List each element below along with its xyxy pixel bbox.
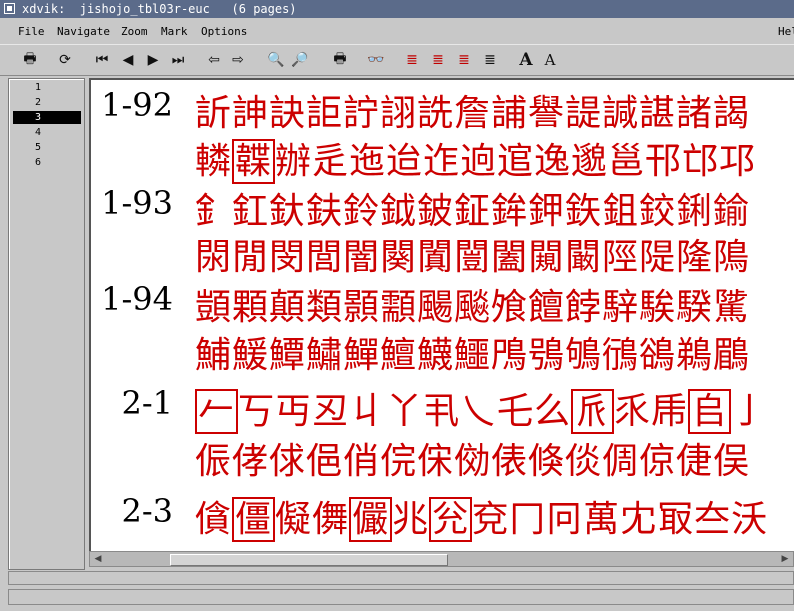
- kanji-line: 轔韘辦辵迤迨迮逈逭逸邈邕邗邙邛: [195, 139, 757, 184]
- kanji-line: 鯆鰀鱏鱐鱓鱣鱴鱷鳲鴞鴝鴴鵒鵜鶥: [195, 335, 751, 376]
- back-icon[interactable]: ⇦: [204, 50, 224, 70]
- menu-bar: File Navigate Zoom Mark Options Help: [0, 18, 794, 45]
- menu-file[interactable]: File: [18, 25, 45, 38]
- window-title: xdvik: jishojo_tbl03r-euc (6 pages): [22, 2, 297, 16]
- menu-zoom[interactable]: Zoom: [121, 25, 148, 38]
- font-small-icon[interactable]: A: [540, 50, 560, 70]
- next-page-icon[interactable]: ▶: [143, 50, 163, 70]
- row-label: 1-94: [101, 280, 173, 318]
- page-list-item[interactable]: 1: [13, 81, 81, 94]
- row-label: 2-1: [121, 384, 173, 422]
- mark-even-icon[interactable]: ≣: [454, 50, 474, 70]
- row-label: 1-93: [101, 184, 173, 222]
- kanji-line: 訢訷訣詎詝詡詵詹誧譽諟諴諶諸謁: [195, 93, 751, 134]
- scrollbar-thumb[interactable]: [170, 554, 448, 566]
- last-page-icon[interactable]: ⏭: [168, 50, 188, 70]
- mark-odd-icon[interactable]: ≣: [428, 50, 448, 70]
- kanji-line: 閖閒閔閭闇闋闐闓闔闚闞陘隄隆隝: [195, 237, 751, 278]
- row-label: 2-3: [121, 492, 173, 530]
- boxed-kanji: 𠂢: [571, 389, 615, 434]
- boxed-kanji: 𠂤: [688, 389, 732, 434]
- boxed-kanji: 兊: [429, 497, 473, 542]
- page-list-item[interactable]: 5: [13, 141, 81, 154]
- font-large-icon[interactable]: A: [516, 50, 536, 70]
- title-bar: xdvik: jishojo_tbl03r-euc (6 pages): [0, 0, 794, 18]
- kanji-line: 侲侾俅俋俏俒俕俲俵倏倓倜倞倢俣: [195, 441, 751, 482]
- boxed-kanji: 僵: [232, 497, 276, 542]
- menu-options[interactable]: Options: [201, 25, 247, 38]
- zoom-out-icon[interactable]: 🔎: [290, 50, 310, 70]
- page-list-item[interactable]: 2: [13, 96, 81, 109]
- print-icon[interactable]: 🖶: [20, 50, 40, 70]
- document-viewport[interactable]: 1-92 訢訷訣詎詝詡詵詹誧譽諟諴諶諸謁 轔韘辦辵迤迨迮逈逭逸邈邕邗邙邛 1-9…: [89, 78, 794, 551]
- menu-mark[interactable]: Mark: [161, 25, 188, 38]
- kanji-line: 𠂉丂丏丒丩丫丮乀乇么𠂢乑乕𠂤亅: [195, 382, 768, 434]
- page-list-item[interactable]: 4: [13, 126, 81, 139]
- kanji-line: 僋僵儗儛儼兆兊兗冂冋萬冘冣夳沃: [195, 497, 769, 542]
- prev-page-icon[interactable]: ◀: [118, 50, 138, 70]
- unmark-icon[interactable]: ≣: [480, 50, 500, 70]
- kanji-line: 釒釭釱鈇鈴鉞鈹鉦鉾鉀鉃鉏鉸鋓鍮: [195, 191, 751, 232]
- mark-all-icon[interactable]: ≣: [402, 50, 422, 70]
- zoom-in-icon[interactable]: 🔍: [266, 50, 286, 70]
- binoculars-icon[interactable]: 👓: [366, 50, 386, 70]
- page-list-item-selected[interactable]: 3: [13, 111, 81, 124]
- menu-navigate[interactable]: Navigate: [57, 25, 110, 38]
- reload-icon[interactable]: ⟳: [55, 50, 75, 70]
- scroll-right-icon[interactable]: ▶: [779, 553, 791, 565]
- menu-help[interactable]: Help: [778, 25, 794, 38]
- boxed-kanji: 𠂉: [195, 389, 239, 434]
- printer-icon[interactable]: 🖶: [330, 50, 350, 70]
- page-list: 1 2 3 4 5 6: [8, 78, 85, 570]
- horizontal-scrollbar[interactable]: ◀ ▶: [89, 551, 794, 567]
- status-area: [8, 571, 794, 585]
- forward-icon[interactable]: ⇨: [228, 50, 248, 70]
- first-page-icon[interactable]: ⏮: [92, 50, 112, 70]
- row-label: 1-92: [101, 86, 173, 124]
- boxed-kanji: 儼: [349, 497, 393, 542]
- toolbar: 🖶 ⟳ ⏮ ◀ ▶ ⏭ ⇦ ⇨ 🔍 🔎 🖶 👓 ≣ ≣ ≣ ≣ A A: [0, 44, 794, 76]
- boxed-kanji: 韘: [232, 139, 276, 184]
- page-list-item[interactable]: 6: [13, 156, 81, 169]
- scroll-left-icon[interactable]: ◀: [92, 553, 104, 565]
- kanji-line: 顗顆顛類顥顬颺飈飧饘餑騂騃騤騭: [195, 287, 751, 328]
- status-bar: [8, 589, 794, 605]
- app-icon: [4, 3, 15, 14]
